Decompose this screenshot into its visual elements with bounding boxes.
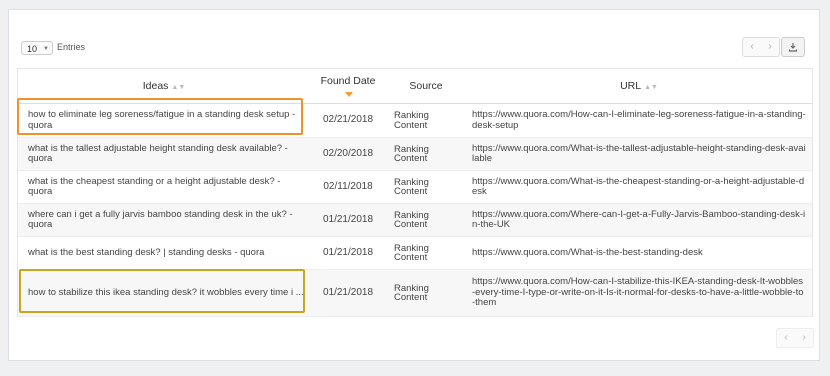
chevron-down-icon: ▼ [43,46,49,52]
idea-cell: what is the cheapest standing or a heigh… [18,170,310,204]
sort-descending-icon [345,92,353,97]
table-row[interactable]: what is the best standing desk? | standi… [18,236,812,270]
source-cell: Ranking Content [386,103,466,138]
source-cell: Ranking Content [386,236,466,270]
entries-label: Entries [57,42,86,52]
date-cell: 01/21/2018 [310,236,386,270]
top-pagination: ‹ › [742,37,780,57]
source-cell: Ranking Content [386,170,466,204]
date-cell: 01/21/2018 [310,203,386,237]
url-cell[interactable]: https://www.quora.com/What-is-the-best-s… [466,236,812,270]
table-row[interactable]: where can i get a fully jarvis bamboo st… [18,203,812,237]
chevron-left-icon[interactable]: ‹ [777,329,795,347]
source-cell: Ranking Content [386,137,466,171]
date-cell: 02/20/2018 [310,137,386,171]
sort-icon: ▲▼ [171,84,186,91]
idea-cell: where can i get a fully jarvis bamboo st… [18,203,310,237]
table-toolbar: 10 ▼ Entries ‹ › [9,10,819,70]
bottom-pagination: ‹ › [776,328,814,348]
date-cell: 02/21/2018 [310,103,386,138]
url-cell[interactable]: https://www.quora.com/How-can-I-stabiliz… [466,269,812,317]
column-header-url[interactable]: URL ▲▼ [466,69,812,104]
column-header-found-date-label: Found Date [320,75,376,87]
page-size-select[interactable]: 10 ▼ [21,41,53,55]
chevron-right-icon[interactable]: › [795,329,813,347]
download-button[interactable] [781,37,805,57]
column-header-source-label: Source [409,80,443,92]
idea-cell: what is the tallest adjustable height st… [18,137,310,171]
sort-icon: ▲▼ [644,84,658,91]
chevron-right-icon[interactable]: › [761,38,779,56]
table-row[interactable]: what is the cheapest standing or a heigh… [18,170,812,204]
url-cell[interactable]: https://www.quora.com/How-can-I-eliminat… [466,103,812,138]
column-header-found-date[interactable]: Found Date [310,69,386,104]
column-header-url-label: URL [620,80,642,92]
column-header-source[interactable]: Source [386,69,466,104]
source-cell: Ranking Content [386,269,466,317]
chevron-left-icon[interactable]: ‹ [743,38,761,56]
column-header-ideas-label: Ideas [142,80,169,92]
url-cell[interactable]: https://www.quora.com/Where-can-I-get-a-… [466,203,812,237]
download-icon [788,43,798,52]
url-cell[interactable]: https://www.quora.com/What-is-the-cheape… [466,170,812,204]
highlight-box-orange [17,98,303,135]
source-cell: Ranking Content [386,203,466,237]
url-cell[interactable]: https://www.quora.com/What-is-the-talles… [466,137,812,171]
table-row[interactable]: what is the tallest adjustable height st… [18,137,812,171]
idea-cell: what is the best standing desk? | standi… [18,236,310,270]
date-cell: 02/11/2018 [310,170,386,204]
page-size-value: 10 [27,44,38,54]
date-cell: 01/21/2018 [310,269,386,317]
highlight-box-yellow [19,269,305,313]
